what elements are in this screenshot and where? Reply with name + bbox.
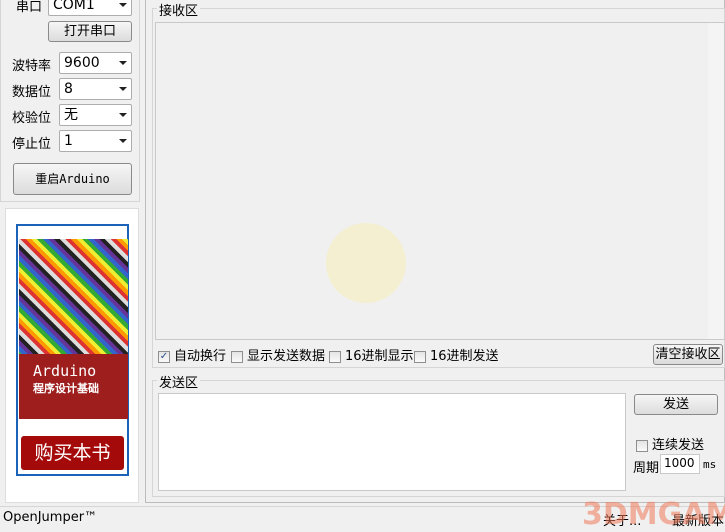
open-port-button[interactable]: 打开串口	[48, 21, 132, 42]
checkbox-icon	[231, 350, 243, 363]
chevron-down-icon	[119, 3, 127, 7]
buy-book-button[interactable]: 购买本书	[21, 436, 124, 470]
checkbox-icon	[414, 350, 426, 363]
baud-select[interactable]: 9600	[59, 52, 132, 74]
data-bits-select[interactable]: 8	[59, 78, 132, 100]
chevron-down-icon	[119, 87, 127, 91]
send-button[interactable]: 发送	[634, 394, 718, 415]
watermark: 3DMGAME	[582, 497, 725, 532]
stop-bits-label: 停止位	[12, 137, 52, 152]
checkbox-icon	[636, 439, 648, 452]
chevron-down-icon	[119, 113, 127, 117]
stop-bits-value: 1	[64, 133, 73, 149]
checkbox-icon	[329, 350, 341, 363]
stop-bits-select[interactable]: 1	[59, 130, 132, 152]
parity-value: 无	[64, 107, 78, 123]
auto-wrap-label: 自动换行	[174, 349, 227, 364]
book-subtitle: 程序设计基础	[33, 382, 99, 395]
book-title: Arduino	[33, 362, 97, 380]
show-sent-label: 显示发送数据	[247, 349, 326, 364]
clear-receive-button[interactable]: 清空接收区	[653, 344, 723, 365]
show-sent-checkbox[interactable]: 显示发送数据	[231, 345, 325, 364]
data-bits-label: 数据位	[12, 85, 52, 100]
book-cover: Arduino 程序设计基础	[19, 239, 128, 419]
hex-send-checkbox[interactable]: 16进制发送	[414, 345, 499, 364]
send-title: 发送区	[157, 372, 201, 391]
status-bar: OpenJumper™ 关于... 最新版本 3DMGAME	[0, 497, 725, 532]
hex-send-label: 16进制发送	[430, 349, 499, 364]
ad-link[interactable]: Arduino 程序设计基础 购买本书	[16, 224, 129, 476]
continuous-send-checkbox[interactable]: 连续发送	[636, 434, 704, 453]
hex-display-checkbox[interactable]: 16进制显示	[329, 345, 414, 364]
period-unit: ms	[703, 458, 717, 471]
checkbox-checked-icon: ✓	[158, 350, 170, 363]
receive-title: 接收区	[157, 0, 201, 19]
hex-display-label: 16进制显示	[345, 349, 414, 364]
period-label: 周期	[633, 461, 660, 476]
data-bits-value: 8	[64, 81, 73, 97]
auto-wrap-checkbox[interactable]: ✓ 自动换行	[158, 345, 226, 364]
port-select[interactable]: COM1	[48, 0, 132, 16]
send-textarea[interactable]	[158, 393, 626, 491]
restart-arduino-button[interactable]: 重启Arduino	[13, 163, 132, 195]
chevron-down-icon	[119, 61, 127, 65]
receive-scrollbar[interactable]	[708, 23, 724, 339]
port-label: 串口	[16, 0, 43, 15]
port-value: COM1	[53, 0, 95, 13]
baud-label: 波特率	[12, 59, 52, 74]
receive-textarea[interactable]	[155, 22, 725, 340]
baud-value: 9600	[64, 55, 100, 71]
period-input[interactable]: 1000	[660, 454, 700, 474]
chevron-down-icon	[119, 139, 127, 143]
brand-label: OpenJumper™	[3, 510, 98, 525]
parity-select[interactable]: 无	[59, 104, 132, 126]
continuous-send-label: 连续发送	[652, 438, 705, 453]
mascot-watermark-icon	[326, 223, 406, 303]
parity-label: 校验位	[12, 111, 52, 126]
